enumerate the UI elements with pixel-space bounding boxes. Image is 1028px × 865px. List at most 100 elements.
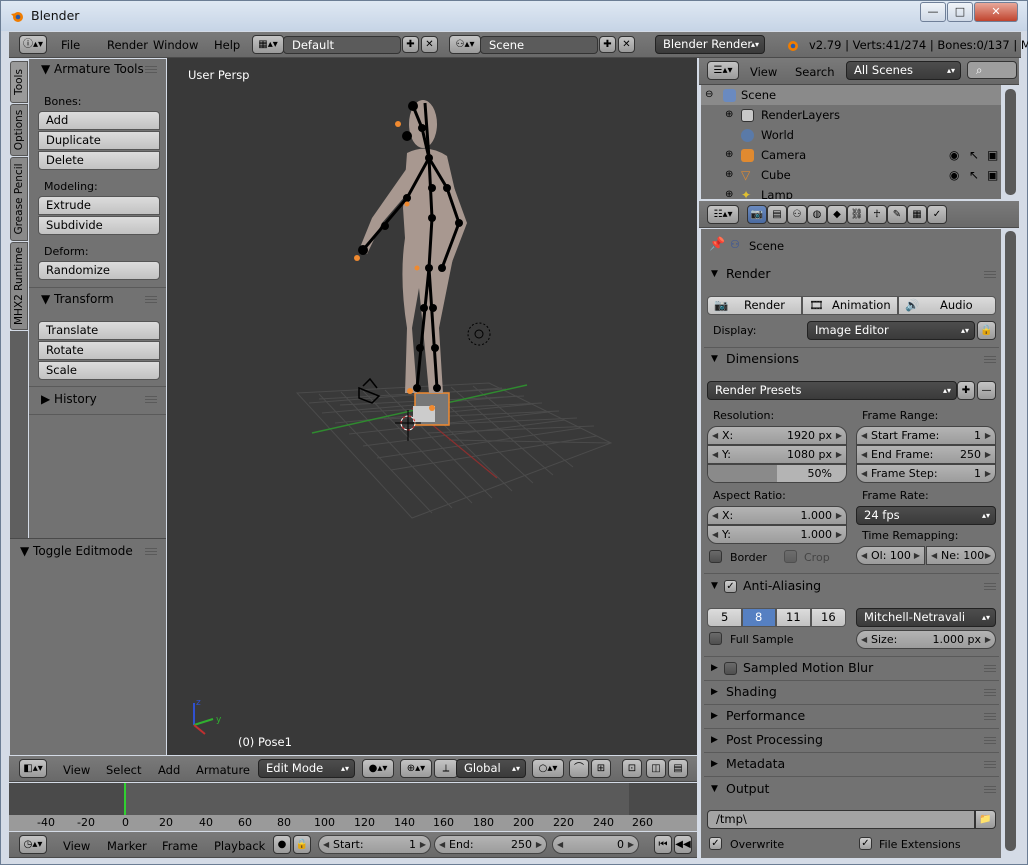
armature-data-tab-icon[interactable]: ☥ bbox=[867, 205, 887, 224]
object-tab-icon[interactable]: ◆ bbox=[827, 205, 847, 224]
add-scene-icon[interactable]: ✚ bbox=[599, 36, 616, 53]
pivot-dropdown-icon[interactable]: ⊕▴▾ bbox=[400, 759, 432, 778]
post-processing-panel-header[interactable]: ▶ Post Processing bbox=[706, 730, 998, 751]
expand-icon[interactable]: ⊕ bbox=[725, 185, 733, 199]
expand-icon[interactable]: ⊕ bbox=[725, 105, 733, 125]
menu-armature[interactable]: Armature bbox=[196, 756, 250, 784]
panel-grip-icon[interactable] bbox=[984, 583, 996, 591]
duplicate-bone-button[interactable]: Duplicate bbox=[38, 131, 160, 150]
outliner-filter-dropdown[interactable]: All Scenes ▴▾ bbox=[846, 61, 961, 80]
file-browse-icon[interactable]: 📁 bbox=[975, 810, 996, 829]
editor-type-timeline-icon[interactable]: ◷▴▾ bbox=[19, 835, 47, 854]
snap-target-icon[interactable]: ⊡ bbox=[622, 759, 642, 778]
editor-type-outliner-icon[interactable]: ☰▴▾ bbox=[707, 61, 739, 80]
outliner-search-input[interactable]: ⌕ bbox=[967, 61, 1017, 79]
panel-grip-icon[interactable] bbox=[145, 396, 157, 404]
shading-panel-header[interactable]: ▶ Shading bbox=[706, 682, 998, 703]
current-frame-field[interactable]: ◀ 0 ▶ bbox=[552, 835, 639, 854]
outliner-row-lamp[interactable]: ⊕ ✦ Lamp bbox=[701, 185, 1001, 199]
resolution-x-field[interactable]: ◀ X: 1920 px ▶ bbox=[707, 426, 847, 445]
add-preset-icon[interactable]: ✚ bbox=[957, 381, 975, 400]
outliner-row-world[interactable]: World bbox=[701, 125, 1001, 145]
menu-view[interactable]: View bbox=[750, 58, 777, 86]
aa-samples-5-button[interactable]: 5 bbox=[707, 608, 742, 627]
menu-help[interactable]: Help bbox=[214, 31, 240, 59]
expand-icon[interactable]: ⊕ bbox=[725, 165, 733, 185]
expand-icon[interactable]: ⊕ bbox=[725, 145, 733, 165]
translate-button[interactable]: Translate bbox=[38, 321, 160, 340]
aa-samples-11-button[interactable]: 11 bbox=[776, 608, 811, 627]
panel-grip-icon[interactable] bbox=[145, 296, 157, 304]
motion-blur-panel-header[interactable]: ▶ Sampled Motion Blur bbox=[706, 658, 998, 679]
menu-add[interactable]: Add bbox=[158, 756, 180, 784]
outliner-row-renderlayers[interactable]: ⊕ RenderLayers bbox=[701, 105, 1001, 125]
start-frame-property[interactable]: ◀ Start Frame: 1 ▶ bbox=[856, 426, 996, 445]
renderable-camera-icon[interactable]: ▣ bbox=[987, 145, 998, 165]
current-frame-indicator[interactable] bbox=[124, 783, 126, 815]
selectable-cursor-icon[interactable]: ↖ bbox=[969, 165, 979, 185]
selectable-cursor-icon[interactable]: ↖ bbox=[969, 145, 979, 165]
delete-bone-button[interactable]: Delete bbox=[38, 151, 160, 170]
tab-mhx2-runtime[interactable]: MHX2 Runtime bbox=[10, 242, 28, 330]
constraints-tab-icon[interactable]: ⛓ bbox=[847, 205, 867, 224]
anti-aliasing-panel-header[interactable]: ▼ ✓ Anti-Aliasing bbox=[706, 576, 998, 597]
collapse-icon[interactable]: ⊖ bbox=[705, 85, 713, 105]
panel-grip-icon[interactable] bbox=[145, 66, 157, 74]
panel-grip-icon[interactable] bbox=[145, 548, 157, 556]
menu-view[interactable]: View bbox=[63, 756, 90, 784]
outliner-row-camera[interactable]: ⊕ Camera ◉ ↖ ▣ bbox=[701, 145, 1001, 165]
frame-rate-dropdown[interactable]: 24 fps ▴▾ bbox=[856, 506, 996, 525]
screen-layout-icon[interactable]: ▦▴▾ bbox=[252, 35, 284, 54]
render-preview-icon[interactable]: ◫ bbox=[646, 759, 666, 778]
mode-dropdown[interactable]: Edit Mode ▴▾ bbox=[258, 759, 355, 778]
randomize-button[interactable]: Randomize bbox=[38, 261, 160, 280]
extrude-button[interactable]: Extrude bbox=[38, 196, 160, 215]
menu-file[interactable]: File bbox=[61, 31, 80, 59]
end-frame-field[interactable]: ◀ End: 250 ▶ bbox=[434, 835, 547, 854]
close-button[interactable]: ✕ bbox=[974, 2, 1018, 22]
menu-view[interactable]: View bbox=[63, 832, 90, 860]
menu-render[interactable]: Render bbox=[107, 31, 148, 59]
resolution-percent-slider[interactable]: 50% bbox=[707, 464, 847, 483]
animation-button[interactable]: 🎞 Animation bbox=[802, 296, 898, 315]
manipulator-icon[interactable]: ⟂ bbox=[434, 759, 458, 778]
remap-new-field[interactable]: ◀ Ne: 100 ▶ bbox=[926, 546, 996, 565]
menu-select[interactable]: Select bbox=[106, 756, 141, 784]
panel-grip-icon[interactable] bbox=[984, 689, 996, 697]
menu-search[interactable]: Search bbox=[795, 58, 835, 86]
menu-marker[interactable]: Marker bbox=[107, 832, 147, 860]
toggle-editmode-header[interactable]: ▼ Toggle Editmode bbox=[20, 544, 133, 558]
shading-dropdown-icon[interactable]: ●▴▾ bbox=[362, 759, 394, 778]
transform-header[interactable]: ▼ Transform bbox=[41, 292, 114, 306]
record-icon[interactable]: ● bbox=[273, 835, 291, 854]
timeline-area[interactable]: -40 -20 0 20 40 60 80 100 120 140 160 18… bbox=[9, 783, 697, 831]
menu-frame[interactable]: Frame bbox=[162, 832, 198, 860]
play-reverse-icon[interactable]: ◀◀ bbox=[674, 835, 692, 854]
full-sample-checkbox[interactable] bbox=[709, 632, 722, 645]
start-frame-field[interactable]: ◀ Start: 1 ▶ bbox=[318, 835, 431, 854]
editor-type-info-icon[interactable]: ⓘ▴▾ bbox=[19, 35, 47, 54]
tab-tools[interactable]: Tools bbox=[10, 61, 28, 103]
outliner-scrollbar[interactable] bbox=[1005, 89, 1016, 195]
scene-tab-icon[interactable]: ⚇ bbox=[787, 205, 807, 224]
remove-scene-icon[interactable]: ✕ bbox=[618, 36, 635, 53]
lock-interface-icon[interactable]: 🔒 bbox=[977, 321, 996, 340]
layers-icon[interactable]: ○▴▾ bbox=[532, 759, 564, 778]
panel-grip-icon[interactable] bbox=[984, 665, 996, 673]
screen-layout-field[interactable]: Default bbox=[283, 36, 401, 54]
tab-grease-pencil[interactable]: Grease Pencil bbox=[10, 157, 28, 241]
motion-blur-checkbox[interactable] bbox=[724, 662, 737, 675]
aa-size-field[interactable]: ◀ Size: 1.000 px ▶ bbox=[856, 630, 996, 649]
orientation-dropdown[interactable]: Global ▴▾ bbox=[456, 759, 526, 778]
overwrite-checkbox[interactable]: ✓ bbox=[709, 837, 722, 850]
display-dropdown[interactable]: Image Editor ▴▾ bbox=[807, 321, 975, 340]
render-tab-icon[interactable]: 📷 bbox=[747, 205, 767, 224]
minimize-button[interactable]: — bbox=[920, 2, 946, 22]
renderable-camera-icon[interactable]: ▣ bbox=[987, 165, 998, 185]
panel-grip-icon[interactable] bbox=[984, 786, 996, 794]
output-path-input[interactable]: /tmp\ bbox=[707, 810, 975, 829]
3d-viewport[interactable]: User Persp z y (0) Pose1 bbox=[167, 58, 697, 755]
performance-panel-header[interactable]: ▶ Performance bbox=[706, 706, 998, 727]
render-layers-tab-icon[interactable]: ▤ bbox=[767, 205, 787, 224]
panel-grip-icon[interactable] bbox=[984, 356, 996, 364]
